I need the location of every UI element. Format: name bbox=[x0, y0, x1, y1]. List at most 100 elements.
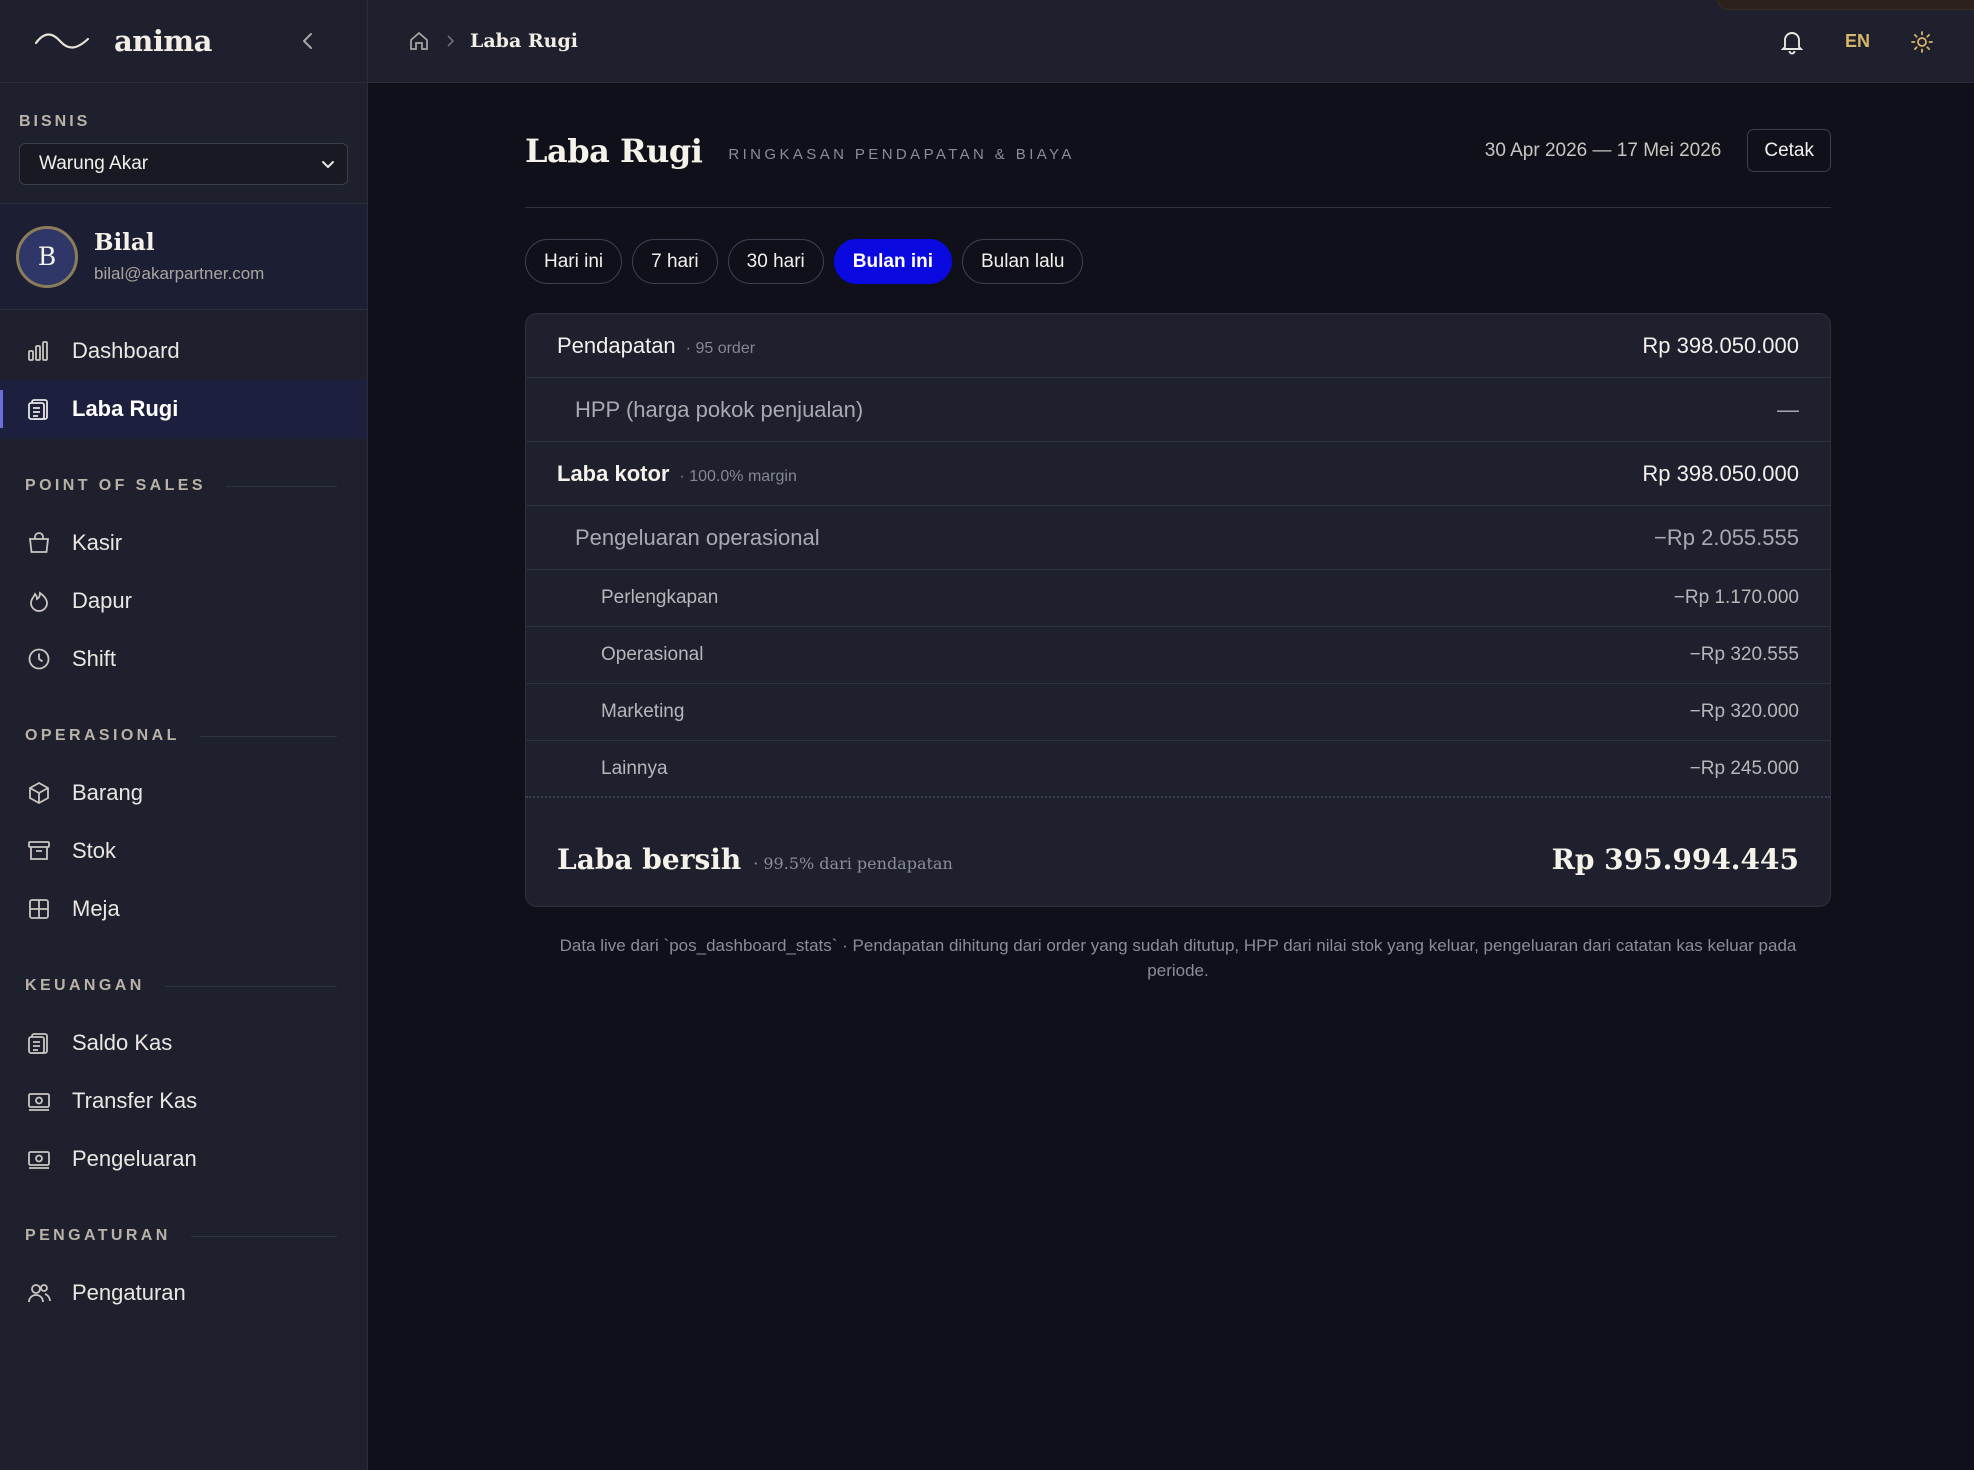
nav-section-title: KEUANGAN bbox=[25, 977, 145, 994]
date-range[interactable]: 30 Apr 2026 — 17 Mei 2026 bbox=[1485, 140, 1722, 162]
bell-icon[interactable] bbox=[1779, 29, 1805, 55]
page-title: Laba Rugi bbox=[525, 131, 703, 170]
business-switcher: BISNIS Warung Akar bbox=[0, 83, 367, 204]
opex-item-label: Marketing bbox=[601, 701, 685, 722]
revenue-value: Rp 398.050.000 bbox=[1642, 332, 1799, 358]
home-icon[interactable] bbox=[408, 30, 430, 52]
sidebar-item-dapur[interactable]: Dapur bbox=[0, 572, 367, 630]
cogs-value: — bbox=[1777, 396, 1799, 422]
sidebar-item-dashboard[interactable]: Dashboard bbox=[0, 322, 367, 380]
box-icon bbox=[29, 781, 49, 805]
user-card[interactable]: B Bilal bilal@akarpartner.com bbox=[0, 204, 367, 310]
wave-logo-icon bbox=[34, 33, 90, 49]
shopping-bag-icon bbox=[28, 532, 50, 553]
period-tabs: Hari ini 7 hari 30 hari Bulan ini Bulan … bbox=[525, 239, 1831, 284]
tab-hari-ini[interactable]: Hari ini bbox=[525, 239, 623, 284]
banknote-icon bbox=[28, 1151, 50, 1169]
sidebar-item-pengaturan[interactable]: Pengaturan bbox=[0, 1264, 367, 1322]
business-select[interactable]: Warung Akar bbox=[19, 143, 348, 185]
data-source-note: Data live dari `pos_dashboard_stats` · P… bbox=[559, 936, 1797, 980]
net-profit-row: Laba bersih · 99.5% dari pendapatan Rp 3… bbox=[526, 798, 1830, 906]
sidebar-item-label: Kasir bbox=[72, 530, 123, 555]
opex-label: Pengeluaran operasional bbox=[575, 524, 820, 550]
revenue-label: Pendapatan bbox=[557, 332, 676, 358]
cogs-label: HPP (harga pokok penjualan) bbox=[575, 396, 864, 422]
sidebar-item-barang[interactable]: Barang bbox=[0, 764, 367, 822]
sidebar-item-label: Meja bbox=[72, 896, 120, 921]
sun-icon[interactable] bbox=[1910, 30, 1934, 54]
opex-value: −Rp 2.055.555 bbox=[1654, 524, 1799, 550]
opex-row: Pengeluaran operasional −Rp 2.055.555 bbox=[526, 506, 1830, 570]
opex-item-value: −Rp 1.170.000 bbox=[1673, 587, 1799, 608]
tab-7-hari[interactable]: 7 hari bbox=[632, 239, 718, 284]
opex-item-row: Marketing −Rp 320.000 bbox=[526, 684, 1830, 741]
brand: anima bbox=[0, 0, 367, 83]
breadcrumb-current: Laba Rugi bbox=[470, 30, 578, 52]
topbar: Laba Rugi EN bbox=[368, 0, 1974, 83]
nav-section-operasional: OPERASIONAL bbox=[0, 708, 367, 764]
opex-item-label: Operasional bbox=[601, 644, 704, 665]
sidebar-item-shift[interactable]: Shift bbox=[0, 630, 367, 688]
grid-icon bbox=[29, 899, 49, 919]
net-profit-value: Rp 395.994.445 bbox=[1551, 842, 1799, 876]
tab-bulan-lalu[interactable]: Bulan lalu bbox=[962, 239, 1084, 284]
flame-icon bbox=[30, 591, 48, 612]
chevron-left-icon[interactable] bbox=[295, 28, 321, 54]
page-subtitle: RINGKASAN PENDAPATAN & BIAYA bbox=[728, 146, 1075, 163]
users-icon bbox=[28, 1284, 51, 1303]
opex-item-row: Operasional −Rp 320.555 bbox=[526, 627, 1830, 684]
archive-icon bbox=[28, 841, 50, 860]
sidebar-item-label: Dashboard bbox=[72, 338, 180, 363]
app-root: anima BISNIS Warung Akar B Bilal bilal@a… bbox=[0, 0, 1974, 1470]
sidebar-item-label: Pengaturan bbox=[72, 1280, 186, 1305]
opex-item-label: Lainnya bbox=[601, 757, 668, 779]
sidebar-item-label: Barang bbox=[72, 780, 143, 805]
opex-item-value: −Rp 320.555 bbox=[1689, 644, 1799, 665]
sidebar-item-transfer-kas[interactable]: Transfer Kas bbox=[0, 1072, 367, 1130]
business-label: BISNIS bbox=[19, 113, 91, 130]
language-toggle[interactable]: EN bbox=[1845, 31, 1870, 52]
page-header: Laba Rugi RINGKASAN PENDAPATAN & BIAYA 3… bbox=[525, 104, 1831, 208]
gross-profit-value: Rp 398.050.000 bbox=[1642, 460, 1799, 486]
print-button[interactable]: Cetak bbox=[1747, 129, 1831, 172]
opex-item-row: Perlengkapan −Rp 1.170.000 bbox=[526, 570, 1830, 627]
sidebar-item-saldo-kas[interactable]: Saldo Kas bbox=[0, 1014, 367, 1072]
revenue-row: Pendapatan · 95 order Rp 398.050.000 bbox=[526, 314, 1830, 378]
nav-section-title: PENGATURAN bbox=[25, 1227, 171, 1244]
business-select-value: Warung Akar bbox=[39, 153, 149, 174]
bar-chart-icon bbox=[28, 341, 48, 361]
sidebar-item-label: Laba Rugi bbox=[72, 396, 179, 421]
clipboard-icon bbox=[28, 399, 48, 420]
sidebar-item-stok[interactable]: Stok bbox=[0, 822, 367, 880]
user-email: bilal@akarpartner.com bbox=[94, 264, 265, 283]
opex-item-row: Lainnya −Rp 245.000 bbox=[526, 741, 1830, 798]
sidebar-item-label: Dapur bbox=[72, 588, 132, 613]
clock-icon bbox=[28, 648, 50, 670]
net-profit-meta: · 99.5% dari pendapatan bbox=[753, 853, 953, 873]
clipboard-icon bbox=[28, 1033, 48, 1054]
nav-section-keuangan: KEUANGAN bbox=[0, 958, 367, 1014]
profit-loss-card: Pendapatan · 95 order Rp 398.050.000 HPP… bbox=[525, 313, 1831, 907]
cogs-row: HPP (harga pokok penjualan) — bbox=[526, 378, 1830, 442]
sidebar-nav: Dashboard Laba Rugi POINT OF SALES Kasir bbox=[0, 310, 367, 1322]
nav-section-point-of-sales: POINT OF SALES bbox=[0, 458, 367, 514]
revenue-meta: · 95 order bbox=[685, 339, 756, 357]
main-content: Laba Rugi RINGKASAN PENDAPATAN & BIAYA 3… bbox=[525, 83, 1831, 983]
sidebar-item-pengeluaran[interactable]: Pengeluaran bbox=[0, 1130, 367, 1188]
opex-item-label: Perlengkapan bbox=[601, 587, 719, 608]
tab-30-hari[interactable]: 30 hari bbox=[727, 239, 824, 284]
sidebar: anima BISNIS Warung Akar B Bilal bilal@a… bbox=[0, 0, 368, 1470]
opex-item-value: −Rp 245.000 bbox=[1689, 757, 1799, 779]
sidebar-item-label: Shift bbox=[72, 646, 117, 671]
sidebar-item-kasir[interactable]: Kasir bbox=[0, 514, 367, 572]
nav-section-title: OPERASIONAL bbox=[25, 727, 180, 744]
sidebar-item-laba-rugi[interactable]: Laba Rugi bbox=[0, 380, 367, 438]
net-profit-label: Laba bersih bbox=[557, 842, 742, 876]
tab-bulan-ini[interactable]: Bulan ini bbox=[833, 239, 952, 284]
sidebar-item-meja[interactable]: Meja bbox=[0, 880, 367, 938]
sidebar-item-label: Stok bbox=[72, 838, 117, 863]
user-name: Bilal bbox=[94, 229, 155, 256]
sidebar-item-label: Transfer Kas bbox=[72, 1088, 198, 1113]
banknote-icon bbox=[28, 1093, 50, 1111]
topbar-actions: EN bbox=[1779, 0, 1934, 83]
